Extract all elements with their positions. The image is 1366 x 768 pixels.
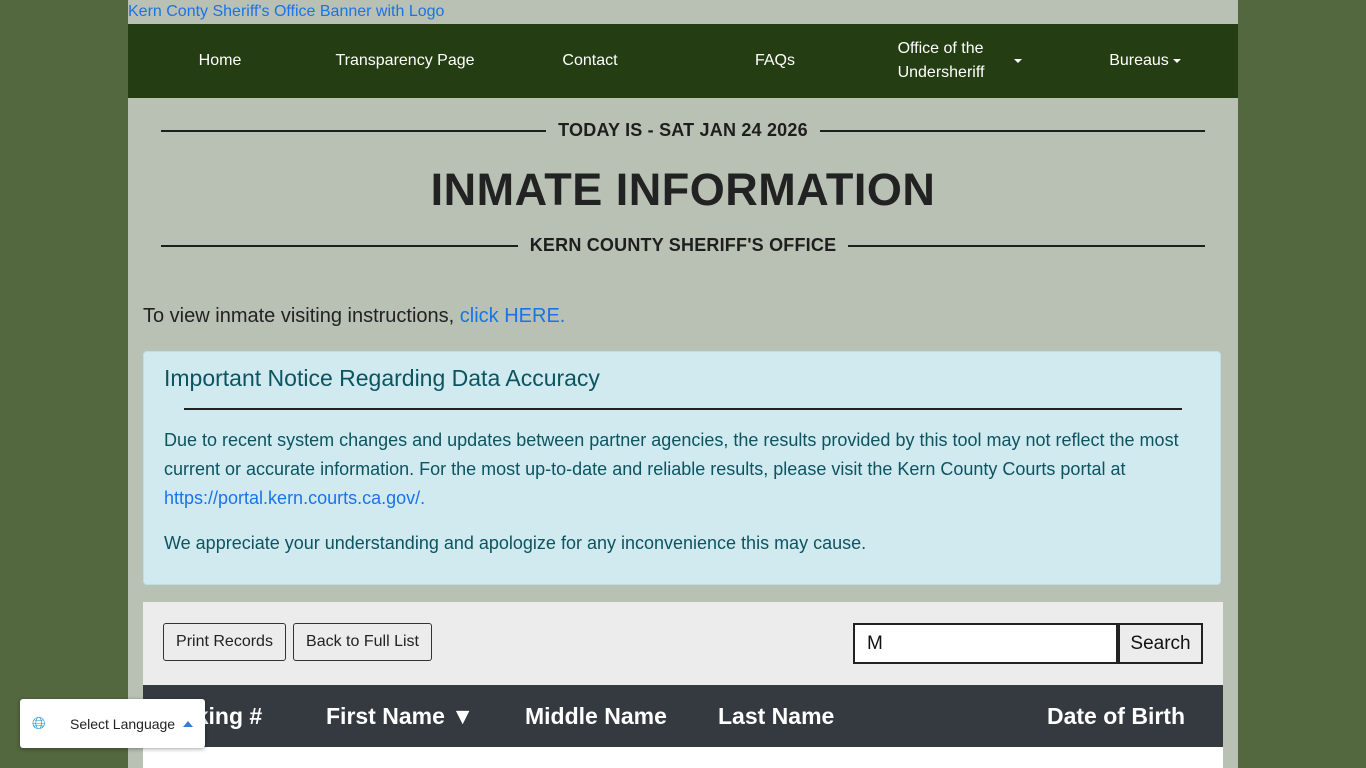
nav-undersheriff-line2: Undersheriff: [897, 64, 985, 81]
nav-faqs-label: FAQs: [754, 52, 795, 69]
chevron-down-icon: [1172, 59, 1181, 63]
nav-undersheriff-label: Office of the Undersheriff: [898, 37, 985, 85]
nav-faqs[interactable]: FAQs: [682, 24, 868, 98]
divider: [819, 129, 1205, 132]
column-middle-name[interactable]: Middle Name: [525, 685, 667, 747]
banner-alt-text[interactable]: Kern Conty Sheriff's Office Banner with …: [128, 3, 444, 20]
courts-portal-link[interactable]: https://portal.kern.courts.ca.gov/.: [164, 488, 425, 508]
visiting-link[interactable]: click HERE.: [460, 305, 566, 327]
data-accuracy-notice: Important Notice Regarding Data Accuracy…: [143, 351, 1221, 585]
chevron-up-icon: [183, 720, 194, 727]
column-date-of-birth[interactable]: Date of Birth: [1047, 685, 1185, 747]
page-container: Kern Conty Sheriff's Office Banner with …: [128, 0, 1238, 768]
visiting-text: To view inmate visiting instructions,: [143, 305, 455, 327]
nav-transparency[interactable]: Transparency Page: [312, 24, 498, 98]
nav-transparency-label: Transparency Page: [335, 52, 475, 69]
column-last-name[interactable]: Last Name: [718, 685, 834, 747]
nav-undersheriff-line1: Office of the: [897, 40, 984, 57]
date-heading: TODAY IS - SAT JAN 24 2026: [161, 120, 1205, 141]
nav-bureaus-dropdown[interactable]: Bureaus: [1052, 24, 1238, 98]
notice-divider: [184, 408, 1182, 410]
table-header: Booking # First Name ▼ Middle Name Last …: [143, 685, 1223, 747]
main-nav: Home Transparency Page Contact FAQs Offi…: [128, 24, 1238, 98]
nav-bureaus-label: Bureaus: [1109, 52, 1169, 69]
nav-home-label: Home: [198, 52, 242, 69]
subtitle-heading: KERN COUNTY SHERIFF'S OFFICE: [161, 235, 1206, 256]
notice-apology: We appreciate your understanding and apo…: [164, 533, 867, 553]
table-body: [143, 747, 1223, 768]
language-label: Select Language: [70, 715, 176, 732]
nav-home[interactable]: Home: [128, 24, 312, 98]
language-selector[interactable]: 🌐︎ Select Language: [20, 699, 205, 748]
records-panel: Print Records Back to Full List Search B…: [143, 602, 1223, 768]
nav-contact[interactable]: Contact: [498, 24, 682, 98]
chevron-down-icon: [1014, 59, 1023, 63]
divider: [161, 244, 518, 247]
search-input[interactable]: [853, 623, 1118, 664]
search-button[interactable]: Search: [1118, 623, 1203, 664]
back-to-list-button[interactable]: Back to Full List: [293, 623, 432, 661]
banner-image-link[interactable]: Kern Conty Sheriff's Office Banner with …: [128, 0, 1238, 24]
column-first-name[interactable]: First Name ▼: [326, 685, 474, 747]
globe-icon: 🌐︎: [32, 713, 46, 733]
notice-para1: Due to recent system changes and updates…: [164, 430, 1179, 479]
notice-paragraph: Due to recent system changes and updates…: [164, 426, 1204, 513]
page-title: INMATE INFORMATION: [430, 164, 936, 215]
today-date: TODAY IS - SAT JAN 24 2026: [558, 120, 808, 140]
agency-subtitle: KERN COUNTY SHERIFF'S OFFICE: [529, 235, 837, 255]
print-records-button[interactable]: Print Records: [163, 623, 286, 661]
nav-undersheriff-dropdown[interactable]: Office of the Undersheriff: [868, 24, 1052, 98]
divider: [161, 129, 547, 132]
nav-contact-label: Contact: [562, 52, 618, 69]
notice-title: Important Notice Regarding Data Accuracy: [164, 365, 600, 391]
visiting-instructions: To view inmate visiting instructions, cl…: [143, 305, 565, 328]
divider: [848, 244, 1206, 247]
